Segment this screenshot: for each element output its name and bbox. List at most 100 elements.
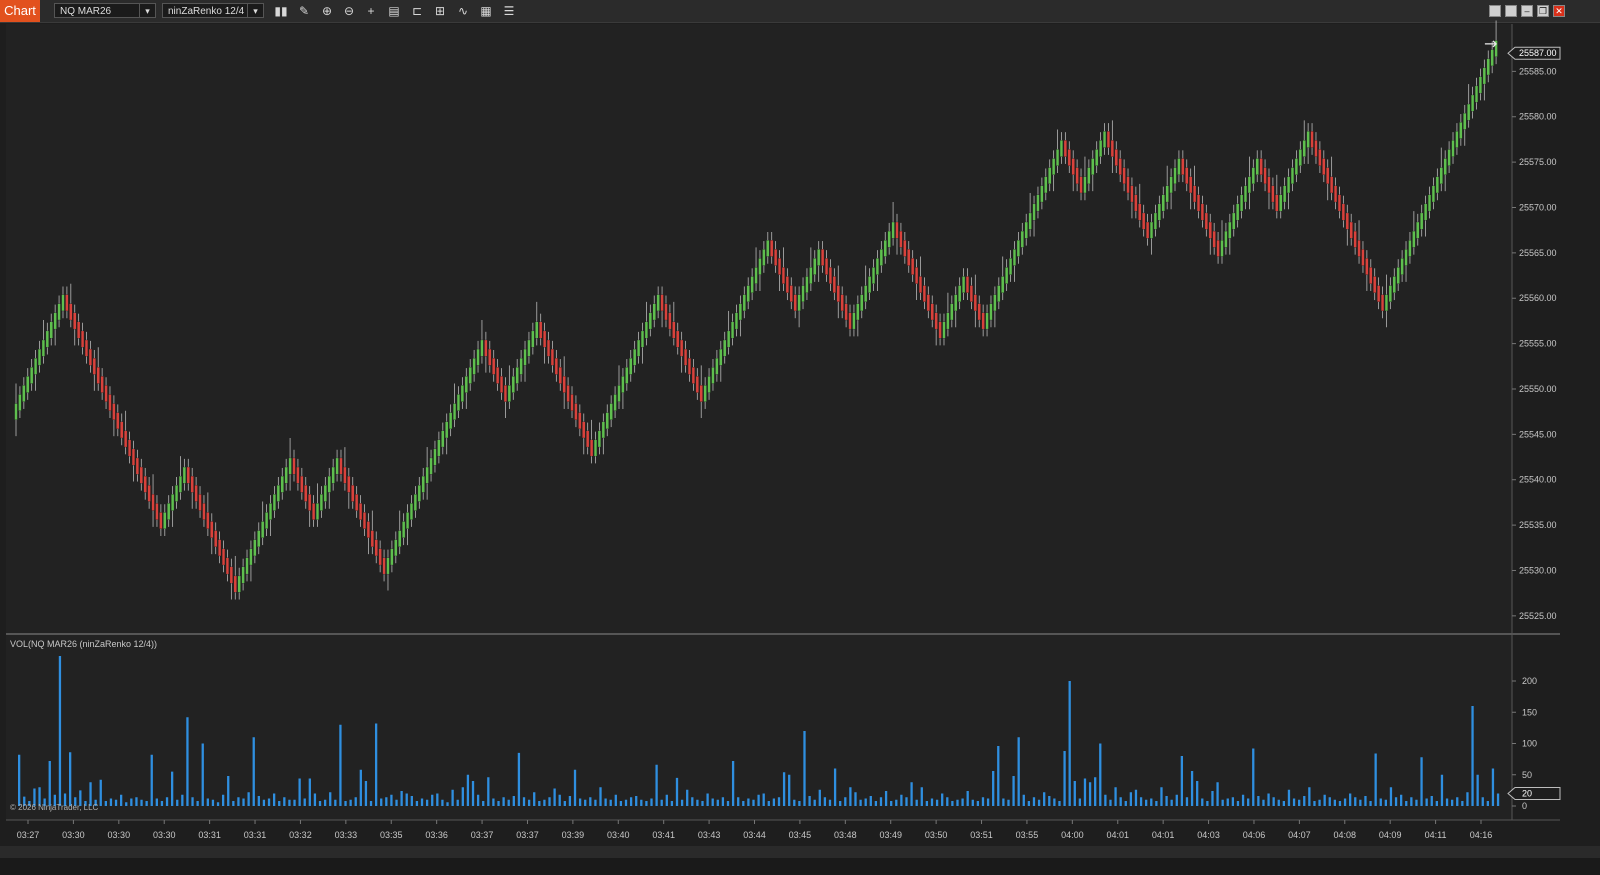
volume-bar: [1303, 796, 1306, 806]
price-tick-label: 25575.00: [1519, 157, 1557, 167]
down-brick: [699, 385, 703, 402]
up-brick: [617, 385, 621, 402]
down-brick: [668, 312, 672, 330]
volume-tick-label: 50: [1522, 770, 1532, 780]
up-brick: [609, 403, 613, 420]
down-brick: [574, 403, 578, 420]
down-brick: [370, 530, 374, 548]
up-brick: [891, 221, 895, 239]
down-brick: [88, 348, 92, 366]
down-brick: [304, 485, 308, 502]
volume-bar: [1043, 792, 1046, 806]
down-brick: [1322, 158, 1326, 175]
up-brick: [472, 357, 476, 375]
volume-bar: [492, 798, 495, 806]
up-brick: [1255, 158, 1259, 175]
down-brick: [965, 276, 970, 293]
volume-bar: [221, 794, 225, 806]
volume-bar: [696, 799, 699, 806]
down-brick: [300, 475, 304, 493]
volume-bar: [1420, 757, 1423, 806]
down-brick: [1212, 230, 1216, 248]
volume-bar: [624, 799, 628, 806]
volume-bar: [140, 799, 143, 806]
up-brick: [597, 430, 601, 448]
up-brick: [1279, 194, 1283, 212]
volume-bar: [1257, 796, 1260, 806]
up-brick: [644, 321, 648, 339]
down-brick: [225, 557, 230, 575]
down-brick: [1365, 258, 1369, 275]
price-tick-label: 25540.00: [1519, 475, 1557, 485]
down-brick: [566, 385, 570, 402]
down-brick: [1071, 158, 1075, 175]
volume-bar: [553, 788, 556, 806]
down-brick: [680, 339, 684, 357]
scroll-right-arrow-icon[interactable]: →: [1484, 34, 1497, 53]
volume-bar: [803, 731, 806, 806]
up-brick: [1012, 249, 1017, 266]
volume-bar: [1247, 798, 1250, 806]
volume-bar: [573, 769, 577, 806]
volume-bar: [385, 797, 388, 806]
volume-bar: [125, 802, 128, 806]
volume-bar: [257, 796, 260, 806]
volume-bar: [1129, 792, 1133, 806]
up-brick: [507, 385, 511, 402]
up-brick: [1443, 158, 1447, 175]
volume-bar: [374, 723, 378, 806]
status-strip: [0, 858, 1600, 875]
price-tick-label: 25580.00: [1519, 112, 1557, 122]
up-brick: [323, 485, 327, 502]
up-brick: [1467, 103, 1471, 121]
volume-bar: [247, 792, 250, 806]
down-brick: [151, 494, 155, 511]
down-brick: [930, 303, 934, 321]
up-brick: [284, 466, 288, 484]
down-brick: [492, 357, 496, 375]
down-brick: [214, 530, 218, 548]
horizontal-scrollbar[interactable]: [0, 846, 1600, 858]
down-brick: [339, 457, 343, 475]
volume-bar: [415, 801, 419, 806]
down-brick: [190, 475, 194, 493]
up-brick: [864, 285, 868, 303]
down-brick: [1067, 149, 1071, 166]
up-brick: [1474, 85, 1479, 103]
down-brick: [1326, 167, 1330, 185]
volume-bar: [788, 774, 791, 806]
volume-bar: [380, 798, 383, 806]
current-price-label: 25587.00: [1519, 48, 1557, 58]
volume-bar: [701, 801, 704, 806]
down-brick: [1259, 158, 1263, 175]
volume-bar: [839, 801, 842, 806]
up-brick: [1005, 267, 1009, 284]
volume-bar: [1063, 751, 1066, 806]
down-brick: [899, 230, 903, 248]
down-brick: [981, 312, 985, 330]
down-brick: [1126, 176, 1130, 194]
volume-bar: [425, 799, 429, 806]
up-brick: [523, 348, 527, 366]
up-brick: [249, 548, 253, 566]
down-brick: [210, 521, 214, 538]
chart-canvas[interactable]: 25585.00 25580.00 25575.00 25570.00 25565.00…: [0, 0, 1600, 875]
time-tick-label: 04:16: [1470, 830, 1493, 840]
volume-bar: [660, 799, 663, 806]
time-tick-label: 04:08: [1334, 830, 1357, 840]
time-tick-label: 03:36: [425, 830, 448, 840]
up-brick: [1048, 167, 1052, 185]
volume-bar: [645, 801, 648, 806]
down-brick: [1275, 194, 1279, 212]
up-brick: [41, 339, 45, 357]
up-brick: [315, 503, 320, 520]
up-brick: [1404, 249, 1408, 266]
volume-bar: [874, 801, 878, 806]
volume-bar: [1410, 797, 1413, 806]
time-tick-label: 03:44: [743, 830, 766, 840]
volume-bar: [170, 771, 174, 806]
price-tick-label: 25555.00: [1519, 339, 1557, 349]
volume-bar: [1007, 799, 1010, 806]
up-brick: [456, 394, 461, 411]
volume-bar: [1405, 801, 1408, 806]
